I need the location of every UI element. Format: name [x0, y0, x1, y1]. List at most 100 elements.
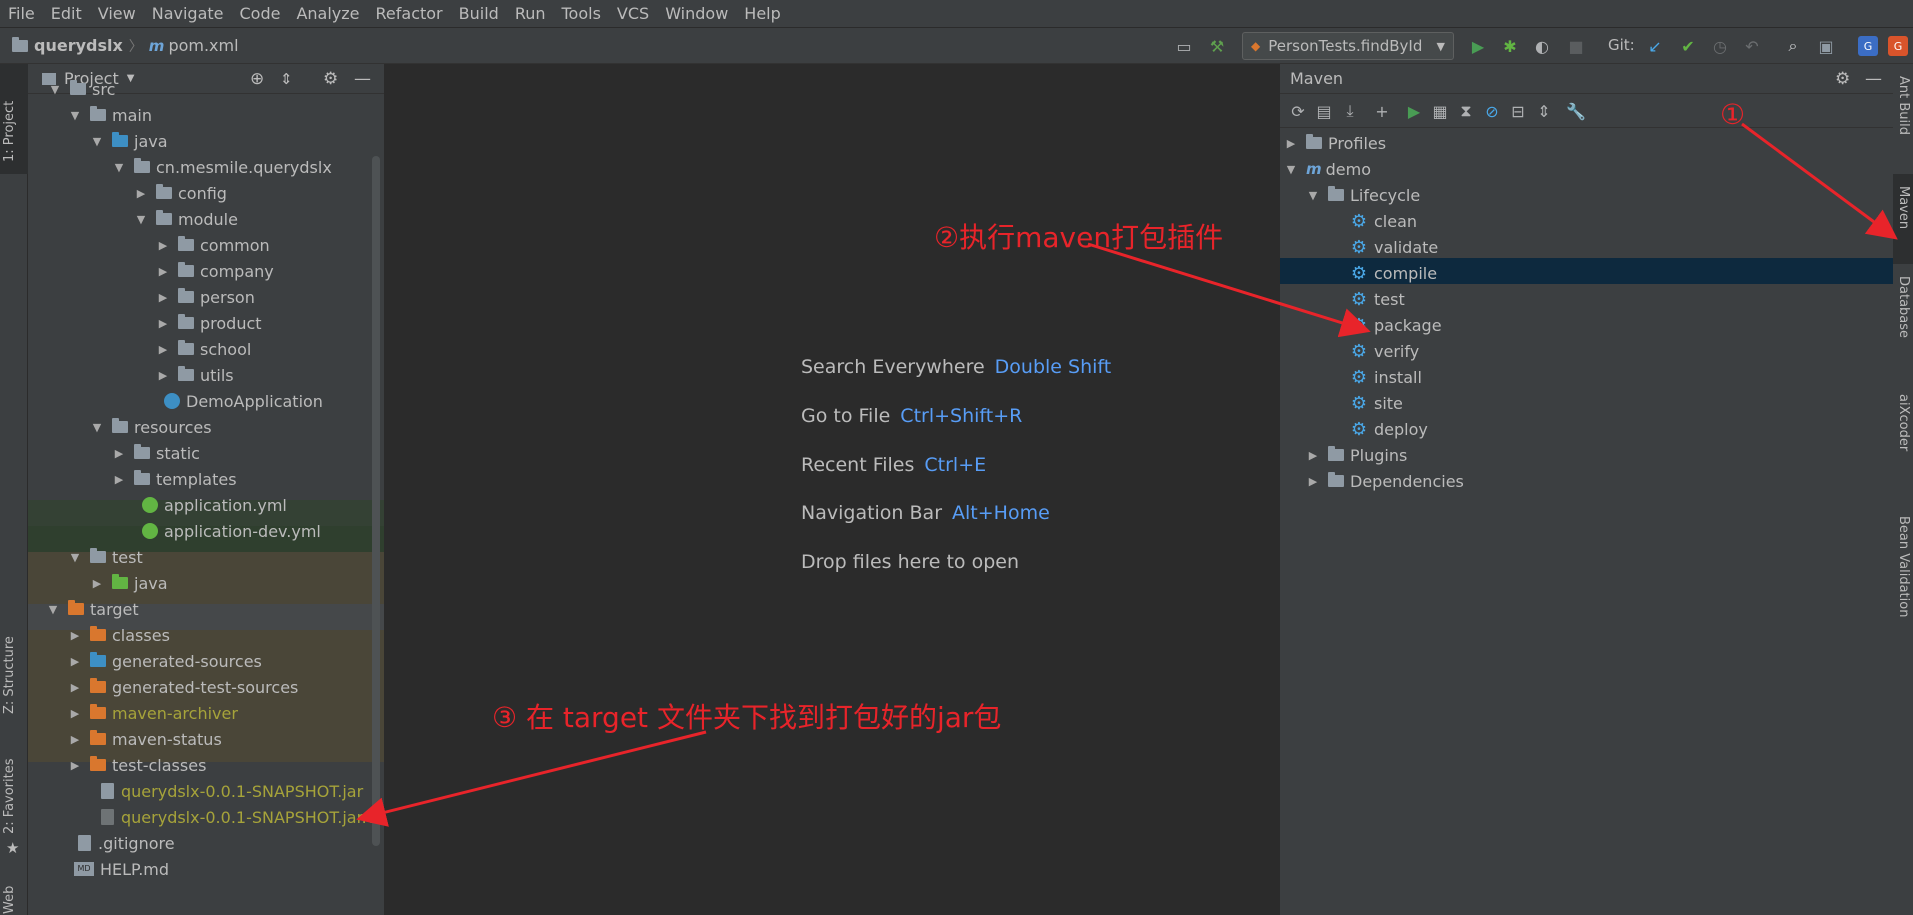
tree-item-common[interactable]: ▶ common [28, 232, 384, 258]
bean-validation-tool-tab[interactable]: Bean Validation [1896, 516, 1911, 617]
structure-tool-tab[interactable]: Z: Structure [2, 636, 17, 714]
tree-item-test-classes[interactable]: ▶ test-classes [28, 752, 384, 778]
revert-icon[interactable]: ↶ [1742, 36, 1762, 56]
run-icon[interactable]: ▶ [1404, 101, 1424, 121]
ant-build-tool-tab[interactable]: Ant Build [1896, 76, 1911, 135]
maven-goal-deploy[interactable]: ⚙ deploy [1280, 416, 1893, 442]
menu-run[interactable]: Run [507, 0, 554, 28]
download-icon[interactable]: ⤓ [1340, 101, 1360, 121]
reimport-icon[interactable]: ⟳ [1288, 101, 1308, 121]
tree-item-config[interactable]: ▶ config [28, 180, 384, 206]
tree-item-school[interactable]: ▶ school [28, 336, 384, 362]
tree-item-application-yml[interactable]: application.yml [28, 492, 384, 518]
menu-refactor[interactable]: Refactor [368, 0, 451, 28]
maven-item-profiles[interactable]: ▶ Profiles [1280, 130, 1893, 156]
project-structure-icon[interactable]: ▣ [1816, 36, 1836, 56]
tree-item-generated-test-sources[interactable]: ▶ generated-test-sources [28, 674, 384, 700]
menu-file[interactable]: File [0, 0, 43, 28]
execute-goal-icon[interactable]: ▦ [1430, 101, 1450, 121]
run-configuration-select[interactable]: ◆ PersonTests.findById ▼ [1242, 32, 1454, 60]
tree-item-company[interactable]: ▶ company [28, 258, 384, 284]
toggle-offline-icon[interactable]: ⧗ [1456, 101, 1476, 121]
tree-item-maven-archiver[interactable]: ▶ maven-archiver [28, 700, 384, 726]
collapsed-arrow-icon: ▶ [158, 238, 168, 252]
add-icon[interactable]: + [1372, 101, 1392, 121]
maven-goal-compile[interactable]: ⚙ compile [1280, 260, 1893, 286]
maven-goal-test[interactable]: ⚙ test [1280, 286, 1893, 312]
translate-icon[interactable]: G [1858, 36, 1878, 56]
skip-tests-icon[interactable]: ⊘ [1482, 101, 1502, 121]
tree-item-jar[interactable]: querydslx-0.0.1-SNAPSHOT.jar [28, 778, 384, 804]
tree-item-module[interactable]: ▼ module [28, 206, 384, 232]
tree-item-target[interactable]: ▼ target [28, 596, 384, 622]
maven-tool-tab[interactable]: Maven [1896, 186, 1911, 229]
maven-goal-validate[interactable]: ⚙ validate [1280, 234, 1893, 260]
debug-icon[interactable]: ✱ [1500, 36, 1520, 56]
tree-item-jar-original[interactable]: querydslx-0.0.1-SNAPSHOT.jar.origi [28, 804, 384, 830]
gear-icon[interactable]: ⚙ [1835, 69, 1850, 89]
tree-item-application-dev-yml[interactable]: application-dev.yml [28, 518, 384, 544]
scrollbar-thumb[interactable] [372, 156, 380, 846]
tree-item-person[interactable]: ▶ person [28, 284, 384, 310]
menu-code[interactable]: Code [232, 0, 289, 28]
maven-goal-install[interactable]: ⚙ install [1280, 364, 1893, 390]
collapse-all-icon[interactable]: ⇕ [1534, 101, 1554, 121]
coverage-icon[interactable]: ◐ [1532, 36, 1552, 56]
tree-item-src[interactable]: ▼ src [28, 76, 384, 102]
stop-icon[interactable]: ■ [1566, 36, 1586, 56]
package-icon [178, 236, 194, 251]
maven-item-demo[interactable]: ▼ m demo [1280, 156, 1893, 182]
maven-item-lifecycle[interactable]: ▼ Lifecycle [1280, 182, 1893, 208]
database-tool-tab[interactable]: Database [1896, 276, 1911, 338]
menu-help[interactable]: Help [736, 0, 788, 28]
project-tool-tab[interactable]: 1: Project [2, 101, 17, 162]
tree-item-resources[interactable]: ▼ resources [28, 414, 384, 440]
breadcrumb-file[interactable]: m pom.xml [149, 36, 239, 55]
history-icon[interactable]: ◷ [1710, 36, 1730, 56]
maven-goal-package[interactable]: ⚙ package [1280, 312, 1893, 338]
tree-item-utils[interactable]: ▶ utils [28, 362, 384, 388]
tree-item-classes[interactable]: ▶ classes [28, 622, 384, 648]
tree-item-demoapplication[interactable]: DemoApplication [28, 388, 384, 414]
breadcrumb-project[interactable]: querydslx [12, 36, 123, 55]
tree-item-maven-status[interactable]: ▶ maven-status [28, 726, 384, 752]
git-commit-icon[interactable]: ✔ [1678, 36, 1698, 56]
menu-analyze[interactable]: Analyze [288, 0, 367, 28]
maven-goal-verify[interactable]: ⚙ verify [1280, 338, 1893, 364]
wrench-icon[interactable]: 🔧 [1566, 101, 1586, 121]
tree-item-main[interactable]: ▼ main [28, 102, 384, 128]
favorites-tool-tab[interactable]: 2: Favorites [2, 758, 17, 834]
menu-edit[interactable]: Edit [43, 0, 90, 28]
tree-item-templates[interactable]: ▶ templates [28, 466, 384, 492]
generate-sources-icon[interactable]: ▤ [1314, 101, 1334, 121]
tree-item-gitignore[interactable]: .gitignore [28, 830, 384, 856]
aixcoder-tool-tab[interactable]: aiXcoder [1896, 394, 1911, 451]
hide-icon[interactable]: — [1865, 69, 1882, 89]
maven-goal-site[interactable]: ⚙ site [1280, 390, 1893, 416]
run-icon[interactable]: ▶ [1468, 36, 1488, 56]
show-dependencies-icon[interactable]: ⊟ [1508, 101, 1528, 121]
tree-item-test[interactable]: ▼ test [28, 544, 384, 570]
tree-item-generated-sources[interactable]: ▶ generated-sources [28, 648, 384, 674]
search-icon[interactable]: ⌕ [1783, 36, 1803, 56]
maven-goal-clean[interactable]: ⚙ clean [1280, 208, 1893, 234]
window-icon[interactable]: ▭ [1174, 36, 1194, 56]
web-tool-tab[interactable]: Web [2, 886, 17, 914]
git-update-icon[interactable]: ↙ [1645, 36, 1665, 56]
tree-item-java[interactable]: ▼ java [28, 128, 384, 154]
tree-item-product[interactable]: ▶ product [28, 310, 384, 336]
menu-build[interactable]: Build [451, 0, 507, 28]
maven-item-plugins[interactable]: ▶ Plugins [1280, 442, 1893, 468]
tree-item-help-md[interactable]: MD HELP.md [28, 856, 384, 882]
menu-vcs[interactable]: VCS [609, 0, 657, 28]
menu-tools[interactable]: Tools [554, 0, 609, 28]
menu-window[interactable]: Window [657, 0, 736, 28]
menu-view[interactable]: View [90, 0, 144, 28]
menu-navigate[interactable]: Navigate [144, 0, 232, 28]
tree-item-static[interactable]: ▶ static [28, 440, 384, 466]
maven-item-dependencies[interactable]: ▶ Dependencies [1280, 468, 1893, 494]
plugin-icon[interactable]: G [1888, 36, 1908, 56]
tree-item-package[interactable]: ▼ cn.mesmile.querydslx [28, 154, 384, 180]
tree-item-test-java[interactable]: ▶ java [28, 570, 384, 596]
build-hammer-icon[interactable]: ⚒ [1207, 36, 1227, 56]
